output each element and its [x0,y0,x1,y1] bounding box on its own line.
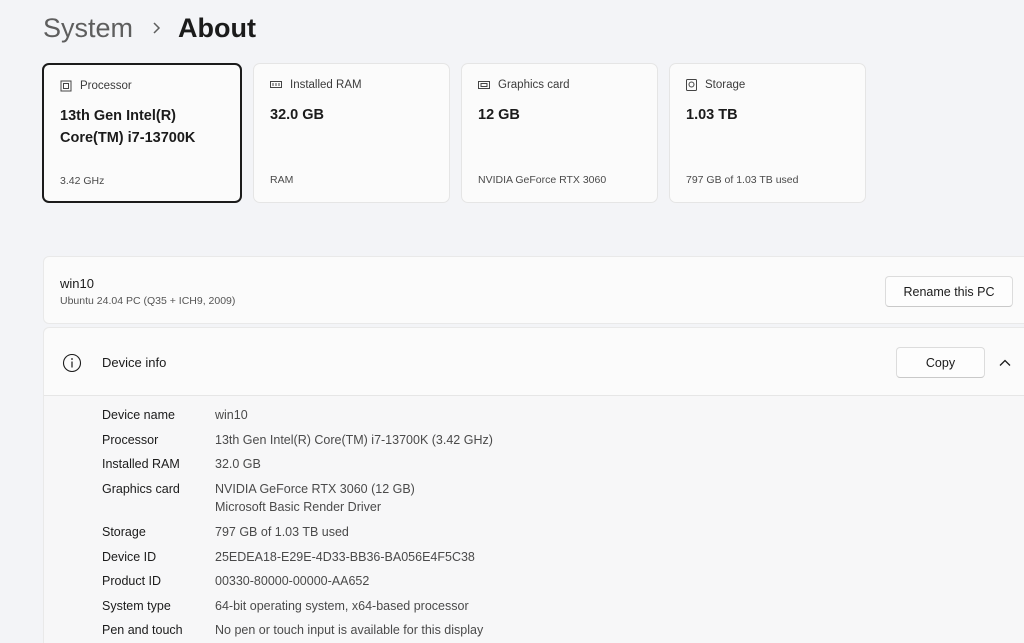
spec-key: Processor [102,432,159,447]
card-label: Processor [80,80,132,92]
card-label: Installed RAM [290,79,362,91]
spec-value-line: NVIDIA GeForce RTX 3060 (12 GB) [215,481,415,496]
storage-icon [686,79,697,91]
page-title: About [178,12,256,43]
spec-row: Graphics card NVIDIA GeForce RTX 3060 (1… [102,480,493,524]
spec-value: No pen or touch input is available for t… [215,623,484,637]
spec-key: Graphics card [102,481,180,496]
processor-icon [60,80,72,92]
card-sub: 797 GB of 1.03 TB used [686,174,799,186]
card-graphics-card[interactable]: Graphics card 12 GB NVIDIA GeForce RTX 3… [461,63,658,203]
chevron-right-icon [151,21,161,35]
card-storage[interactable]: Storage 1.03 TB 797 GB of 1.03 TB used [669,63,866,203]
spec-value: win10 [215,408,248,422]
chevron-up-icon[interactable] [997,355,1013,371]
pc-name-row: win10 Ubuntu 24.04 PC (Q35 + ICH9, 2009)… [43,256,1024,324]
pc-description: Ubuntu 24.04 PC (Q35 + ICH9, 2009) [60,295,236,307]
spec-row: Installed RAM 32.0 GB [102,455,493,480]
card-sub: NVIDIA GeForce RTX 3060 [478,174,607,186]
spec-row: Pen and touch No pen or touch input is a… [102,621,493,643]
spec-row: System type 64-bit operating system, x64… [102,597,493,622]
breadcrumb: System About [43,8,256,48]
spec-value: 00330-80000-00000-AA652 [215,574,370,588]
spec-value: 32.0 GB [215,457,261,471]
pc-name: win10 [60,276,94,291]
spec-row: Device ID 25EDEA18-E29E-4D33-BB36-BA056E… [102,548,493,573]
ram-icon [270,81,282,88]
card-label: Storage [705,79,746,91]
spec-key: Pen and touch [102,623,183,637]
card-value: 32.0 GB [270,107,324,123]
spec-row: Processor 13th Gen Intel(R) Core(TM) i7-… [102,431,493,456]
spec-cards: Processor 13th Gen Intel(R) Core(TM) i7-… [42,63,866,203]
device-info-header[interactable]: Device info Copy [44,328,1024,396]
card-installed-ram[interactable]: Installed RAM 32.0 GB RAM [253,63,450,203]
card-value: 1.03 TB [686,107,738,123]
spec-row: Device name win10 [102,406,493,431]
spec-key: Device name [102,408,175,422]
rename-pc-button[interactable]: Rename this PC [885,276,1013,307]
spec-row: Product ID 00330-80000-00000-AA652 [102,572,493,597]
spec-value: 25EDEA18-E29E-4D33-BB36-BA056E4F5C38 [215,549,475,564]
spec-value: NVIDIA GeForce RTX 3060 (12 GB) Microsof… [215,480,415,524]
spec-key: Product ID [102,574,162,588]
card-sub: RAM [270,174,294,186]
about-page: System About Processor 13th Gen Intel(R)… [0,0,1024,643]
card-value: 12 GB [478,107,520,123]
spec-value: 64-bit operating system, x64-based proce… [215,598,469,613]
spec-row: Storage 797 GB of 1.03 TB used [102,523,493,548]
card-label: Graphics card [498,79,570,91]
breadcrumb-system[interactable]: System [43,13,133,44]
copy-button[interactable]: Copy [896,347,985,378]
card-sub: 3.42 GHz [60,175,105,187]
device-info-panel: Device info Copy Device name win10 Proce… [43,327,1024,643]
spec-key: Installed RAM [102,457,180,471]
spec-value-line: Microsoft Basic Render Driver [215,499,382,514]
spec-value: 13th Gen Intel(R) Core(TM) i7-13700K (3.… [215,432,493,447]
spec-key: Device ID [102,549,157,564]
spec-key: System type [102,598,171,613]
spec-value: 797 GB of 1.03 TB used [215,525,349,539]
spec-key: Storage [102,525,146,539]
card-value: 13th Gen Intel(R) Core(TM) i7-13700K [60,108,196,146]
graphics-card-icon [478,81,490,89]
device-info-title: Device info [102,355,167,370]
device-specs-table: Device name win10 Processor 13th Gen Int… [102,406,493,643]
info-icon [62,353,82,373]
card-processor[interactable]: Processor 13th Gen Intel(R) Core(TM) i7-… [42,63,242,203]
